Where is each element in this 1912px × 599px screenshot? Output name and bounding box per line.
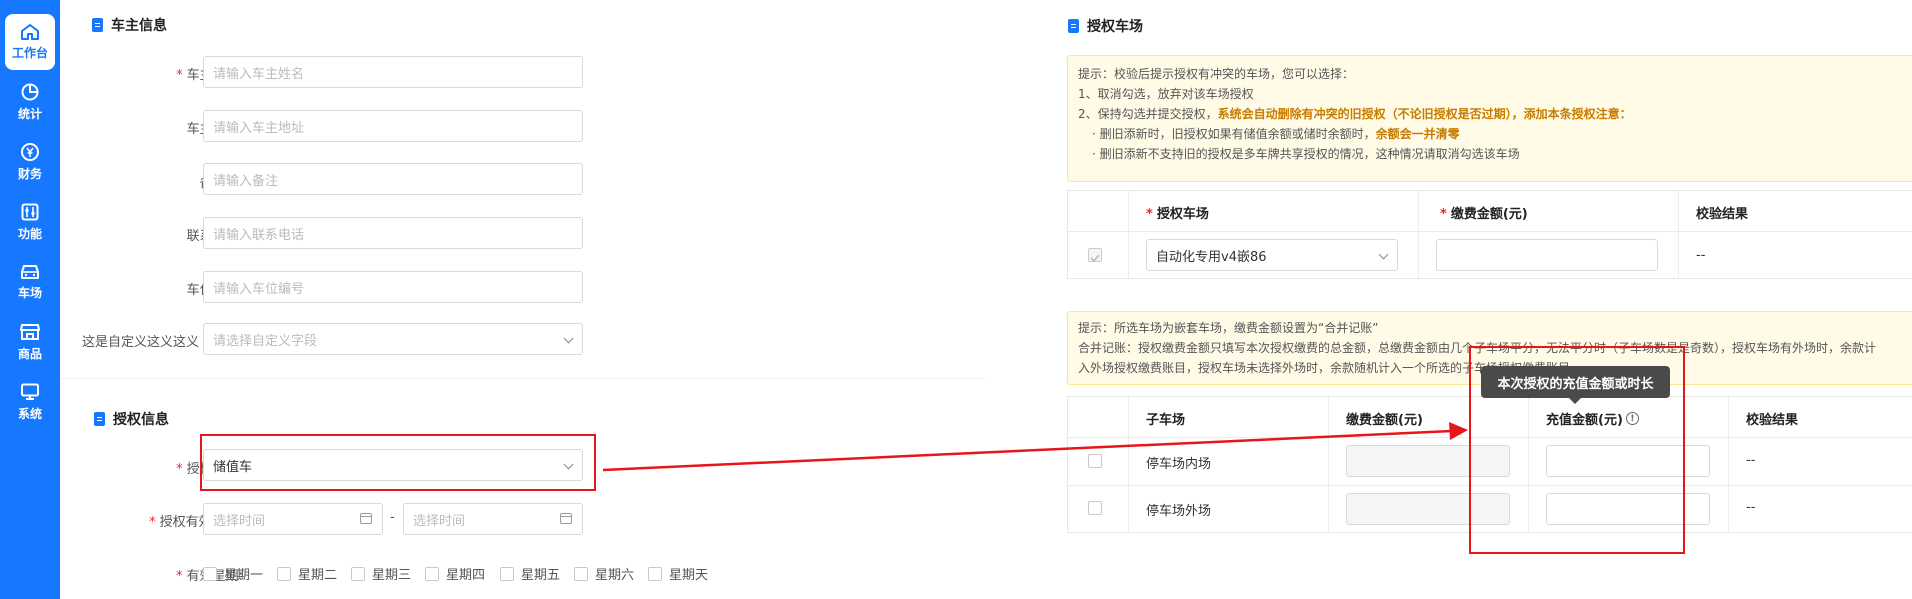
- tip-line: 提示：所选车场为嵌套车场，缴费金额设置为“合并记账”: [1078, 321, 1379, 335]
- auth-lot-table: * 授权车场 * 缴费金额(元) 校验结果 自动化专用v4嵌86 --: [1067, 190, 1912, 279]
- document-icon: [94, 412, 105, 426]
- sidebar-item-label: 商品: [17, 347, 42, 361]
- sidebar-item-workbench[interactable]: 工作台: [5, 14, 55, 70]
- parking-section-title: 授权车场: [1068, 16, 1143, 36]
- checkbox[interactable]: [574, 566, 588, 581]
- chevron-down-icon: [563, 333, 574, 344]
- column-header: * 授权车场: [1146, 207, 1209, 222]
- sidebar-item-label: 工作台: [11, 46, 48, 60]
- tip-line: · 删旧添新时，旧授权如果有储值余额或储时余额时，余额会一并清零: [1092, 127, 1460, 141]
- yen-icon: [21, 143, 39, 161]
- payment-amount-input[interactable]: [1436, 239, 1658, 271]
- weekday-option[interactable]: 星期二: [277, 564, 337, 583]
- sidebar-item-function[interactable]: 功能: [0, 194, 60, 250]
- sidebar-item-label: 系统: [17, 407, 42, 421]
- pie-chart-icon: [21, 83, 39, 101]
- weekday-option[interactable]: 星期一: [203, 564, 263, 583]
- checkbox[interactable]: [425, 566, 439, 581]
- owner-section-title: 车主信息: [92, 15, 167, 35]
- remark-input[interactable]: 请输入备注: [203, 163, 583, 195]
- sidebar-item-system[interactable]: 系统: [0, 374, 60, 430]
- document-icon: [1068, 19, 1079, 33]
- tip-line: 2、保持勾选并提交授权，系统会自动删除有冲突的旧授权（不论旧授权是否过期），添加…: [1078, 107, 1632, 121]
- sidebar-item-label: 统计: [17, 107, 42, 121]
- column-header: 校验结果: [1746, 413, 1799, 428]
- row-checkbox[interactable]: [1088, 501, 1102, 515]
- tip-line: 提示：校验后提示授权有冲突的车场，您可以选择：: [1078, 67, 1355, 81]
- validation-result: --: [1696, 248, 1706, 263]
- custom-field-placeholder: 请选择自定义字段: [213, 333, 318, 349]
- row-checkbox[interactable]: [1088, 454, 1102, 468]
- weekday-option[interactable]: 星期三: [351, 564, 411, 583]
- custom-field-label: 这是自定义这义这义: [82, 335, 200, 350]
- validation-result: --: [1746, 500, 1756, 515]
- conflict-tip: 提示：校验后提示授权有冲突的车场，您可以选择： 1、取消勾选，放弃对该车场授权 …: [1067, 55, 1912, 182]
- sub-lot-name: 停车场外场: [1146, 504, 1212, 519]
- checkbox[interactable]: [351, 566, 365, 581]
- sub-lot-name: 停车场内场: [1146, 457, 1212, 472]
- sidebar-item-goods[interactable]: 商品: [0, 314, 60, 370]
- start-time-placeholder: 选择时间: [213, 513, 266, 529]
- checkbox[interactable]: [500, 566, 514, 581]
- range-separator: -: [390, 510, 395, 525]
- left-panel: 车主信息 *车主姓名: 请输入车主姓名 车主地址: 请输入车主地址 备注一: 请…: [60, 0, 985, 599]
- document-icon: [92, 18, 103, 32]
- sidebar-item-parking[interactable]: 车场: [0, 254, 60, 310]
- validation-result: --: [1746, 453, 1756, 468]
- weekday-option[interactable]: 星期五: [500, 564, 560, 583]
- calendar-icon: [560, 513, 572, 524]
- owner-address-input[interactable]: 请输入车主地址: [203, 110, 583, 142]
- lot-select-value: 自动化专用v4嵌86: [1156, 249, 1267, 265]
- weekday-option[interactable]: 星期六: [574, 564, 634, 583]
- owner-name-input[interactable]: 请输入车主姓名: [203, 56, 583, 88]
- checkbox[interactable]: [277, 566, 291, 581]
- tip-line: 1、取消勾选，放弃对该车场授权: [1078, 87, 1254, 101]
- section-divider: [60, 378, 985, 379]
- column-header: * 缴费金额(元): [1440, 207, 1528, 222]
- end-time-input[interactable]: 选择时间: [403, 503, 583, 535]
- checkbox[interactable]: [648, 566, 662, 581]
- sliders-icon: [21, 203, 39, 221]
- monitor-icon: [21, 383, 39, 400]
- column-header: 子车场: [1146, 413, 1186, 428]
- weekday-option[interactable]: 星期天: [648, 564, 708, 583]
- right-panel: 授权车场 提示：校验后提示授权有冲突的车场，您可以选择： 1、取消勾选，放弃对该…: [985, 0, 1912, 599]
- sidebar: 工作台 统计 财务 功能 车场 商品 系统: [0, 0, 60, 599]
- lot-select[interactable]: 自动化专用v4嵌86: [1146, 239, 1398, 271]
- tip-line: · 删旧添新不支持旧的授权是多车牌共享授权的情况，这种情况请取消勾选该车场: [1092, 147, 1520, 161]
- annotation-box-recharge: [1469, 346, 1685, 554]
- space-number-input[interactable]: 请输入车位编号: [203, 271, 583, 303]
- sidebar-item-label: 财务: [17, 167, 42, 181]
- start-time-input[interactable]: 选择时间: [203, 503, 383, 535]
- auth-section-title: 授权信息: [94, 409, 169, 429]
- sidebar-item-label: 车场: [17, 286, 42, 300]
- checkbox[interactable]: [203, 566, 217, 581]
- owner-section-title-text: 车主信息: [111, 18, 167, 34]
- parking-section-title-text: 授权车场: [1087, 19, 1143, 35]
- calendar-icon: [360, 513, 372, 524]
- phone-input[interactable]: 请输入联系电话: [203, 217, 583, 249]
- annotation-box-auth-type: [200, 434, 596, 491]
- row-checkbox[interactable]: [1088, 248, 1102, 263]
- sidebar-item-stats[interactable]: 统计: [0, 74, 60, 130]
- sidebar-item-finance[interactable]: 财务: [0, 134, 60, 190]
- sidebar-item-label: 功能: [17, 227, 42, 241]
- column-header: 缴费金额(元): [1346, 413, 1423, 428]
- weekday-option[interactable]: 星期四: [425, 564, 485, 583]
- custom-field-select[interactable]: 请选择自定义字段: [203, 323, 583, 355]
- car-icon: [21, 265, 39, 279]
- end-time-placeholder: 选择时间: [413, 513, 466, 529]
- home-icon: [21, 24, 39, 40]
- column-header: 校验结果: [1696, 207, 1749, 222]
- shop-icon: [20, 324, 40, 340]
- chevron-down-icon: [1378, 249, 1389, 260]
- check-icon: [1090, 254, 1100, 263]
- auth-section-title-text: 授权信息: [113, 412, 169, 428]
